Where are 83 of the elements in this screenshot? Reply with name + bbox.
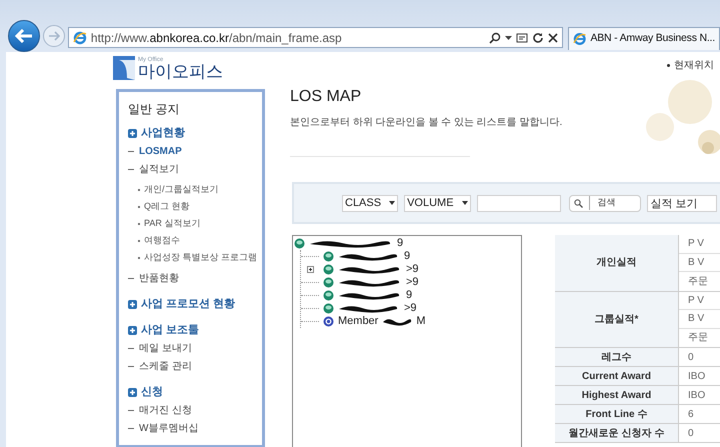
plus-icon [128, 128, 137, 138]
close-icon[interactable] [548, 32, 558, 42]
table-cell-text: IBO [687, 388, 706, 402]
table-cell-text: 주문 [688, 274, 708, 289]
search-field[interactable] [476, 194, 561, 212]
bullet-icon [667, 64, 670, 67]
node-count: >9 [405, 275, 419, 290]
browser-icon [573, 32, 586, 46]
sidebar-section[interactable]: 신청 [128, 383, 253, 401]
node-count: 9 [396, 236, 404, 252]
back-arrow-icon [14, 29, 33, 43]
table-cell-text: 0 [687, 350, 694, 364]
sidebar-item[interactable]: 스케줄 관리 [128, 357, 253, 375]
browser-tab[interactable]: ABN - Amway Business N... [568, 27, 720, 50]
node-count: 9 [403, 249, 410, 264]
table-cell-text: P V [688, 294, 704, 308]
forward-arrow-icon [48, 31, 60, 41]
search-icon[interactable] [489, 32, 501, 44]
node-label[interactable]: Member [338, 313, 378, 330]
dash-icon [128, 150, 134, 152]
view-select[interactable]: 실적 보기 [646, 194, 717, 212]
sidebar-subitem[interactable]: Q레그 현황 [138, 198, 253, 215]
node-count: 9 [405, 288, 412, 303]
table-cell-text: IBO [687, 370, 706, 384]
group-icon [323, 303, 334, 314]
url-text: http://www.abnkorea.co.kr/abn/main_frame.asp [90, 30, 343, 46]
caret-icon [389, 201, 396, 205]
dash-icon [128, 168, 134, 170]
sidebar-subitem[interactable]: 여행점수 [138, 232, 253, 249]
sidebar-title: 일반 공지 [128, 101, 180, 118]
sidebar-item[interactable]: 메일 보내기 [128, 339, 253, 357]
table-cell-text: 6 [687, 408, 694, 422]
table-header-cell: 레그수 [555, 348, 679, 366]
logo-text: 마이오피스 [138, 63, 223, 80]
browser-icon [72, 30, 87, 44]
sidebar-item[interactable]: 매거진 신청 [128, 401, 253, 419]
group-icon [323, 251, 334, 262]
compatibility-icon[interactable] [516, 32, 528, 44]
back-button[interactable] [8, 20, 40, 52]
group-icon [323, 290, 334, 301]
group-icon [294, 238, 305, 249]
search-button[interactable]: 검색 [568, 194, 641, 212]
sidebar-item[interactable]: 실적보기 [128, 160, 253, 178]
table-header-cell: 개인실적 [555, 235, 679, 290]
table-cell-text: 0 [687, 426, 694, 440]
caret-icon [462, 201, 468, 205]
logo-icon [113, 56, 135, 80]
group-icon [323, 277, 334, 288]
node-count: >9 [403, 301, 417, 316]
filter-select[interactable]: VOLUME [404, 194, 471, 212]
table-header-cell: 그룹실적* [555, 292, 679, 347]
node-count: >9 [405, 262, 419, 277]
expand-icon[interactable] [306, 266, 314, 273]
plus-icon [128, 300, 137, 308]
table-cell-text: 주문 [688, 331, 708, 346]
member-icon [323, 316, 334, 327]
table-cell-text: B V [688, 256, 704, 270]
sidebar-item[interactable]: W블루멤버십 [128, 419, 253, 437]
sidebar-subitem[interactable]: 개인/그룹실적보기 [138, 181, 253, 198]
sidebar-item[interactable]: 반품현황 [128, 269, 253, 287]
page-subtitle: 본인으로부터 하위 다운라인을 볼 수 있는 리스트를 말합니다. [290, 116, 564, 130]
plus-icon [128, 388, 137, 396]
table-header-cell: Current Award [555, 367, 679, 385]
page-title: LOS MAP [290, 87, 362, 107]
group-icon [323, 264, 334, 275]
refresh-icon[interactable] [532, 32, 544, 44]
table-header-cell: 월간새로운 신청자 수 [555, 424, 679, 442]
sidebar-subitem[interactable]: PAR 실적보기 [138, 215, 253, 232]
table-cell-text: P V [688, 237, 704, 252]
sidebar-section[interactable]: 사업 보조툴 [128, 321, 253, 339]
sidebar-section[interactable]: 사업 프로모션 현황 [128, 295, 253, 313]
table-header-cell: Front Line 수 [555, 405, 679, 423]
plus-icon [128, 326, 137, 334]
table-header-cell: Highest Award [555, 386, 679, 404]
location-link[interactable]: 현재위치 [674, 58, 714, 73]
sidebar-item[interactable]: LOSMAP [128, 142, 253, 160]
filter-select[interactable]: CLASS [342, 194, 398, 212]
sidebar-section[interactable]: 사업현황 [128, 124, 253, 142]
node-count: M [416, 314, 426, 330]
table-cell-text: B V [688, 312, 704, 326]
dropdown-icon[interactable] [505, 36, 512, 40]
address-field[interactable]: http://www.abnkorea.co.kr/abn/main_frame.asp [68, 27, 563, 48]
search-icon [574, 198, 583, 208]
